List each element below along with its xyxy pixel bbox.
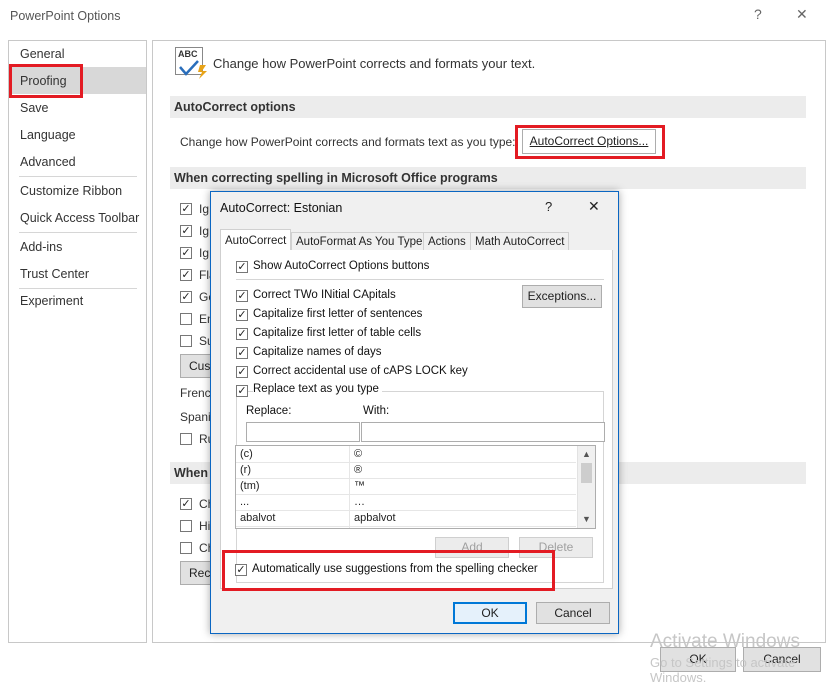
nav-item-trust-center[interactable]: Trust Center [20,267,89,281]
nav-item-general[interactable]: General [20,47,64,61]
options-divider [236,279,604,280]
nav-item-advanced[interactable]: Advanced [20,155,76,169]
scroll-up-icon[interactable]: ▲ [582,449,591,459]
entry-replace: (tm) [240,480,260,492]
help-button[interactable]: ? [754,6,762,22]
entry-with: ® [354,464,363,476]
with-input[interactable] [361,422,605,442]
capitalize-sentences-label: Capitalize first letter of sentences [253,308,423,320]
when-check-2[interactable] [180,520,192,532]
entry-replace: abalvot [240,512,276,524]
show-autocorrect-buttons-checkbox[interactable]: ✓ [236,261,248,273]
capitalize-days-label: Capitalize names of days [253,346,382,358]
nav-item-quick-access-toolbar[interactable]: Quick Access Toolbar [20,211,139,225]
entries-scrollbar[interactable]: ▲ ▼ [577,446,595,528]
dialog-cancel-button[interactable]: Cancel [536,602,610,624]
spelling-check-4[interactable]: ✓ [180,269,192,281]
list-item[interactable]: (tm) ™ [236,478,576,495]
close-button[interactable]: ✕ [796,6,808,23]
proofing-header-text: Change how PowerPoint corrects and forma… [213,56,536,71]
dialog-ok-button[interactable]: OK [453,602,527,624]
nav-item-add-ins[interactable]: Add-ins [20,240,62,254]
nav-item-experiment[interactable]: Experiment [20,294,83,308]
abc-check-icon: ABC [175,47,207,79]
entry-with: © [354,448,363,460]
spelling-check-7[interactable] [180,335,192,347]
list-item[interactable]: ... … [236,494,576,511]
entry-with: … [354,496,365,508]
section-autocorrect-options: AutoCorrect options [170,96,806,118]
spanish-modes-label: Spani [180,410,211,424]
nav-item-language[interactable]: Language [20,128,76,142]
when-check-3[interactable] [180,542,192,554]
replace-text-label: Replace text as you type [253,383,382,395]
replace-text-checkbox[interactable]: ✓ [236,385,248,397]
tab-math-autocorrect[interactable]: Math AutoCorrect [470,232,570,250]
capitalize-sentences-checkbox[interactable]: ✓ [236,309,248,321]
nav-item-customize-ribbon[interactable]: Customize Ribbon [20,184,122,198]
correct-caps-lock-checkbox[interactable]: ✓ [236,366,248,378]
when-check-1[interactable]: ✓ [180,498,192,510]
ru-check[interactable] [180,433,192,445]
dialog-help-button[interactable]: ? [545,199,552,214]
replace-label: Replace: [246,405,292,417]
scroll-down-icon[interactable]: ▼ [582,514,591,524]
tab-autoformat-as-you-type[interactable]: AutoFormat As You Type [291,232,428,250]
tab-actions[interactable]: Actions [423,232,471,250]
autocorrect-dialog: AutoCorrect: Estonian ? ✕ AutoCorrect Au… [210,191,619,634]
spelling-check-1[interactable]: ✓ [180,203,192,215]
spelling-check-3-label: Ig [199,246,210,260]
when-check-2-label: Hi [199,519,211,533]
show-autocorrect-buttons-label: Show AutoCorrect Options buttons [253,260,430,272]
spelling-check-3[interactable]: ✓ [180,247,192,259]
capitalize-table-cells-checkbox[interactable]: ✓ [236,328,248,340]
entry-replace: ... [240,496,250,508]
exceptions-button[interactable]: Exceptions... [522,285,602,308]
activation-watermark-subtitle: Go to Settings to activate Windows. [650,655,796,685]
correct-caps-lock-label: Correct accidental use of cAPS LOCK key [253,365,468,377]
correct-two-initial-capitals-checkbox[interactable]: ✓ [236,290,248,302]
list-item[interactable]: abalvot apbalvot [236,510,576,527]
nav-separator [19,176,137,177]
list-item[interactable]: (r) ® [236,462,576,479]
spelling-check-5[interactable]: ✓ [180,291,192,303]
window-title: PowerPoint Options [10,9,121,23]
scrollbar-thumb[interactable] [581,463,592,483]
entry-with: apbalvot [354,512,396,524]
correct-two-initial-capitals-label: Correct TWo INitial CApitals [253,289,396,301]
entry-replace: (c) [240,448,253,460]
entry-replace: (r) [240,464,251,476]
activation-watermark-title: Activate Windows [650,631,800,652]
section-spelling: When correcting spelling in Microsoft Of… [170,167,806,189]
spelling-check-1-label: Ig [199,202,210,216]
options-nav: General Proofing Save Language Advanced … [8,40,147,643]
dialog-close-button[interactable]: ✕ [588,198,600,215]
capitalize-table-cells-label: Capitalize first letter of table cells [253,327,422,339]
french-modes-label: Frenc [180,386,211,400]
list-item[interactable]: (c) © [236,446,576,463]
dialog-title: AutoCorrect: Estonian [220,201,343,215]
highlight-proofing [9,64,83,98]
entry-with: ™ [354,480,365,492]
highlight-autocorrect-options [515,125,665,159]
capitalize-days-checkbox[interactable]: ✓ [236,347,248,359]
nav-item-save[interactable]: Save [20,101,49,115]
autocorrect-description: Change how PowerPoint corrects and forma… [180,135,516,149]
with-label: With: [363,405,390,417]
tab-autocorrect[interactable]: AutoCorrect [220,229,292,251]
spelling-check-6[interactable] [180,313,192,325]
spelling-check-2[interactable]: ✓ [180,225,192,237]
highlight-auto-suggestions [222,550,555,591]
replace-input[interactable] [246,422,360,442]
spelling-check-2-label: Ig [199,224,210,238]
nav-separator [19,288,137,289]
autocorrect-entries-list[interactable]: (c) © (r) ® (tm) ™ ... … abalvot apbalvo… [235,445,596,529]
nav-separator [19,232,137,233]
